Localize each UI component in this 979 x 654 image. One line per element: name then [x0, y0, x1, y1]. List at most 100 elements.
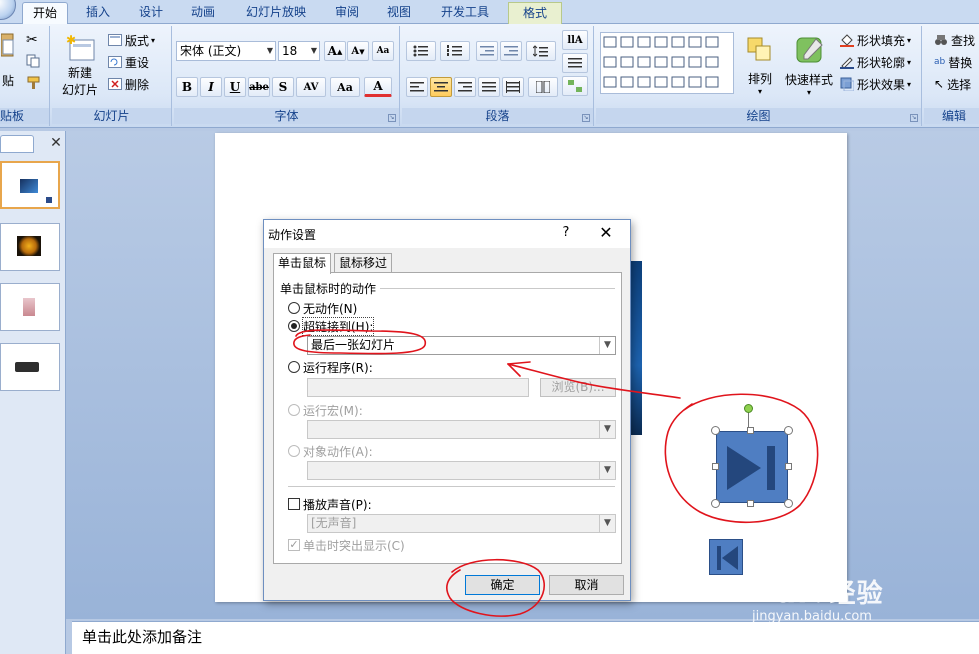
drawing-dialog-launcher[interactable]: ↘ [910, 114, 918, 122]
replace-button[interactable]: ab 替换 [934, 54, 972, 70]
smartart-button[interactable] [562, 76, 588, 96]
format-painter-icon[interactable] [26, 76, 42, 93]
shadow-button[interactable]: S [272, 77, 294, 97]
browse-button[interactable]: 浏览(B)... [540, 378, 616, 397]
numbering-button[interactable] [440, 41, 470, 61]
tab-home[interactable]: 开始 [22, 2, 68, 24]
increase-indent-button[interactable] [500, 41, 522, 61]
tab-mouse-click[interactable]: 单击鼠标 [273, 253, 332, 274]
resize-handle-top[interactable] [747, 427, 754, 434]
slide-thumbnail-1[interactable] [0, 161, 60, 209]
font-color-button[interactable]: A [364, 77, 392, 97]
shape-effects-button[interactable]: 形状效果 ▾ [840, 76, 911, 92]
arrange-button[interactable]: 排列 ▾ [742, 30, 778, 102]
distributed-button[interactable] [502, 77, 524, 97]
shrink-font-button[interactable]: A ▼ [347, 41, 369, 61]
office-button[interactable] [0, 0, 16, 20]
shape-outline-button[interactable]: 形状轮廓 ▾ [840, 54, 911, 70]
tab-insert[interactable]: 插入 [76, 2, 120, 24]
font-size-combo[interactable]: 18 ▼ [278, 41, 320, 61]
slide-thumbnail-3[interactable] [0, 283, 60, 331]
font-name-combo[interactable]: 宋体 (正文) ▼ [176, 41, 276, 61]
resize-handle-tr[interactable] [784, 426, 793, 435]
checkbox-play-sound[interactable]: 播放声音(P): [288, 495, 372, 513]
object-action-select[interactable]: ▼ [307, 461, 616, 480]
resize-handle-bottom[interactable] [747, 500, 754, 507]
change-case-button[interactable]: Aa [330, 77, 360, 97]
close-icon[interactable]: ✕ [48, 135, 64, 151]
action-button-first-slide[interactable] [709, 539, 743, 575]
align-right-button[interactable] [454, 77, 476, 97]
cut-icon[interactable]: ✂ [26, 32, 38, 48]
shapes-gallery[interactable] [600, 32, 734, 94]
resize-handle-bl[interactable] [711, 499, 720, 508]
rotate-handle[interactable] [744, 404, 753, 413]
layout-button[interactable]: 版式 ▾ [108, 32, 155, 48]
sound-select[interactable]: [无声音] ▼ [307, 514, 616, 533]
paragraph-dialog-launcher[interactable]: ↘ [582, 114, 590, 122]
align-center-button[interactable] [430, 77, 452, 97]
font-group: 宋体 (正文) ▼ 18 ▼ A ▲ A ▼ Aa B I U abe S AV Aa … [174, 26, 400, 126]
dialog-titlebar[interactable]: 动作设置 ? ✕ [264, 220, 630, 248]
cancel-button[interactable]: 取消 [549, 575, 624, 595]
notes-pane[interactable]: 单击此处添加备注 [72, 621, 979, 654]
help-button[interactable]: ? [556, 223, 576, 243]
tab-slideshow[interactable]: 幻灯片放映 [236, 2, 316, 24]
tab-review[interactable]: 审阅 [326, 2, 368, 24]
resize-handle-tl[interactable] [711, 426, 720, 435]
quick-styles-button[interactable]: 快速样式 ▾ [782, 30, 836, 102]
clear-format-button[interactable]: Aa [372, 41, 394, 61]
bullets-button[interactable] [406, 41, 436, 61]
resize-handle-left[interactable] [712, 463, 719, 470]
radio-run-program[interactable]: 运行程序(R): [288, 358, 373, 376]
find-button[interactable]: 查找 [934, 32, 975, 48]
macro-select[interactable]: ▼ [307, 420, 616, 439]
slide-thumbnail-2[interactable] [0, 223, 60, 271]
align-text-button[interactable] [562, 53, 588, 73]
decrease-indent-button[interactable] [476, 41, 498, 61]
resize-handle-br[interactable] [784, 499, 793, 508]
drawing-group: 排列 ▾ 快速样式 ▾ 形状填充 ▾ 形状轮廓 ▾ 形状效果 ▾ 绘图 ↘ [596, 26, 922, 126]
slides-tab[interactable] [0, 135, 34, 153]
shape-fill-button[interactable]: 形状填充 ▾ [840, 32, 911, 48]
replace-icon: ab [934, 57, 946, 67]
align-left-button[interactable] [406, 77, 428, 97]
columns-button[interactable] [528, 77, 558, 97]
select-button[interactable]: ↖ 选择 [934, 76, 971, 92]
char-spacing-button[interactable]: AV [296, 77, 326, 97]
new-slide-button[interactable]: ✱ 新建 幻灯片 [56, 30, 104, 102]
hyperlink-target-select[interactable]: 最后一张幻灯片 ▼ [307, 336, 616, 355]
tab-animation[interactable]: 动画 [180, 2, 226, 24]
radio-circle [288, 302, 300, 314]
tab-format[interactable]: 格式 [508, 2, 562, 24]
tab-design[interactable]: 设计 [128, 2, 174, 24]
radio-hyperlink[interactable]: 超链接到(H): [288, 316, 375, 336]
radio-no-action[interactable]: 无动作(N) [288, 299, 357, 317]
dialog-close-button[interactable]: ✕ [594, 223, 618, 243]
dialog-title: 动作设置 [268, 228, 317, 242]
underline-button[interactable]: U [224, 77, 246, 97]
bold-button[interactable]: B [176, 77, 198, 97]
radio-run-macro[interactable]: 运行宏(M): [288, 401, 363, 419]
reset-button[interactable]: 重设 [108, 54, 149, 70]
strikethrough-button[interactable]: abe [248, 77, 270, 97]
line-spacing-button[interactable] [526, 41, 556, 61]
tab-view[interactable]: 视图 [378, 2, 420, 24]
italic-button[interactable]: I [200, 77, 222, 97]
tab-developer[interactable]: 开发工具 [430, 2, 500, 24]
checkbox-highlight-click[interactable]: ✓ 单击时突出显示(C) [288, 536, 405, 554]
paste-button[interactable]: 贴 [0, 30, 16, 90]
grow-font-button[interactable]: A ▲ [324, 41, 346, 61]
delete-slide-button[interactable]: 删除 [108, 76, 149, 92]
ok-button[interactable]: 确定 [465, 575, 540, 595]
action-button-last-slide[interactable] [716, 431, 788, 503]
tab-mouse-over[interactable]: 鼠标移过 [334, 253, 393, 273]
radio-object-action[interactable]: 对象动作(A): [288, 442, 373, 460]
resize-handle-right[interactable] [785, 463, 792, 470]
text-direction-button[interactable]: llA [562, 30, 588, 50]
justify-button[interactable] [478, 77, 500, 97]
copy-icon[interactable] [26, 54, 40, 71]
slide-thumbnail-4[interactable] [0, 343, 60, 391]
program-path-input[interactable] [307, 378, 529, 397]
font-dialog-launcher[interactable]: ↘ [388, 114, 396, 122]
